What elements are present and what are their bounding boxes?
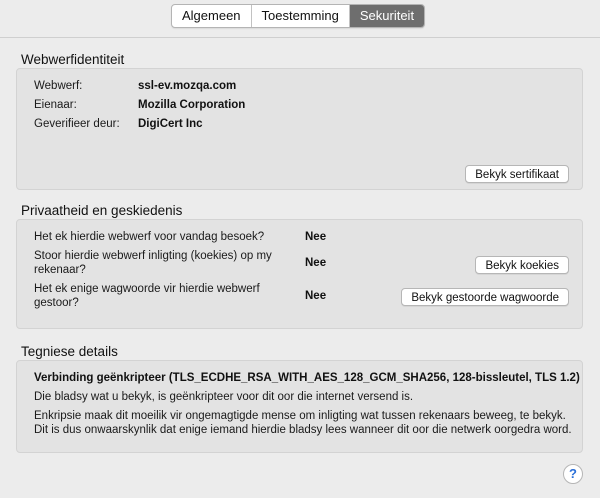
website-value: ssl-ev.mozqa.com <box>138 80 237 92</box>
tab-bar: Algemeen Toestemming Sekuriteit <box>171 4 426 28</box>
verifier-label: Geverifieer deur: <box>34 118 120 130</box>
identity-box: Webwerf: ssl-ev.mozqa.com Eienaar: Mozil… <box>16 68 583 190</box>
answer-visited: Nee <box>305 231 327 243</box>
encryption-note: Die bladsy wat u bekyk, is geënkripteer … <box>34 391 414 403</box>
technical-box: Verbinding geënkripteer (TLS_ECDHE_RSA_W… <box>16 360 583 453</box>
answer-cookies: Nee <box>305 257 327 269</box>
view-certificate-button[interactable]: Bekyk sertifikaat <box>465 165 569 183</box>
encryption-explanation-line2: Dit is dus onwaarskynlik dat enige ieman… <box>34 424 572 436</box>
encryption-explanation-line1: Enkripsie maak dit moeilik vir ongemagti… <box>34 410 566 422</box>
help-icon[interactable]: ? <box>563 464 583 484</box>
tab-permissions[interactable]: Toestemming <box>252 5 350 27</box>
section-title-privacy: Privaatheid en geskiedenis <box>21 203 183 218</box>
connection-status: Verbinding geënkripteer (TLS_ECDHE_RSA_W… <box>34 372 580 384</box>
owner-value: Mozilla Corporation <box>138 99 246 111</box>
tab-security[interactable]: Sekuriteit <box>349 5 425 27</box>
question-cookies-line1: Stoor hierdie webwerf inligting (koekies… <box>34 250 272 262</box>
view-saved-passwords-button[interactable]: Bekyk gestoorde wagwoorde <box>401 288 569 306</box>
answer-passwords: Nee <box>305 290 327 302</box>
view-cookies-button[interactable]: Bekyk koekies <box>475 256 569 274</box>
verifier-value: DigiCert Inc <box>138 118 203 130</box>
divider <box>0 37 600 38</box>
owner-label: Eienaar: <box>34 99 77 111</box>
question-passwords-line1: Het ek enige wagwoorde vir hierdie webwe… <box>34 283 260 295</box>
website-label: Webwerf: <box>34 80 83 92</box>
tab-general[interactable]: Algemeen <box>172 5 252 27</box>
section-title-identity: Webwerfidentiteit <box>21 52 125 67</box>
section-title-technical: Tegniese details <box>21 344 118 359</box>
question-passwords-line2: gestoor? <box>34 297 79 309</box>
privacy-box: Het ek hierdie webwerf voor vandag besoe… <box>16 219 583 329</box>
question-cookies-line2: rekenaar? <box>34 264 86 276</box>
question-visited: Het ek hierdie webwerf voor vandag besoe… <box>34 231 265 243</box>
